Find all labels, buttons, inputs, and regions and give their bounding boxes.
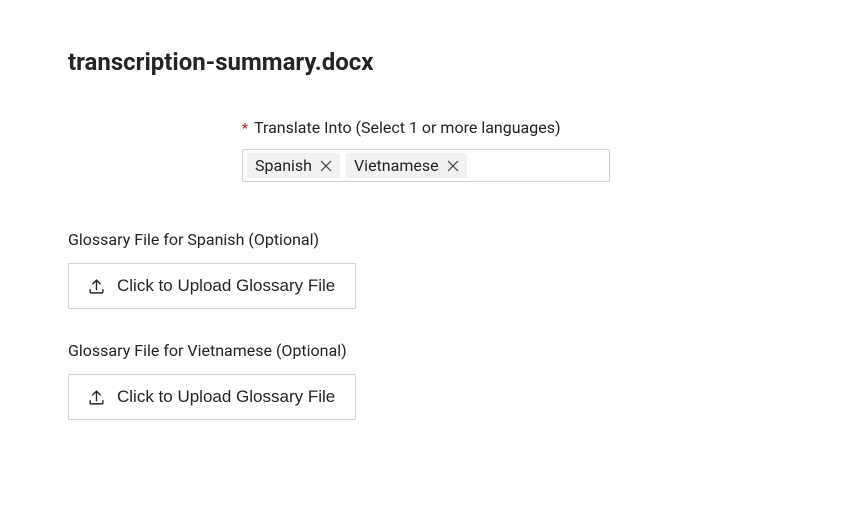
glossary-section-vietnamese: Glossary File for Vietnamese (Optional) … (68, 341, 867, 420)
language-tag-spanish: Spanish (247, 153, 340, 178)
glossary-label: Glossary File for Spanish (Optional) (68, 230, 867, 249)
language-tag-vietnamese: Vietnamese (346, 153, 467, 178)
upload-icon (87, 277, 105, 295)
close-icon[interactable] (318, 158, 334, 174)
upload-glossary-button-vietnamese[interactable]: Click to Upload Glossary File (68, 374, 356, 420)
upload-button-label: Click to Upload Glossary File (117, 276, 335, 296)
translate-into-label-row: * Translate Into (Select 1 or more langu… (242, 118, 561, 137)
language-multiselect[interactable]: Spanish Vietnamese (242, 149, 610, 182)
upload-icon (87, 388, 105, 406)
glossary-section-spanish: Glossary File for Spanish (Optional) Cli… (68, 230, 867, 309)
page-title: transcription-summary.docx (68, 48, 867, 76)
glossary-label: Glossary File for Vietnamese (Optional) (68, 341, 867, 360)
translate-into-label: Translate Into (Select 1 or more languag… (254, 118, 561, 137)
translate-into-field: * Translate Into (Select 1 or more langu… (242, 118, 867, 182)
language-tag-label: Vietnamese (354, 156, 439, 175)
language-tag-label: Spanish (255, 156, 312, 175)
upload-button-label: Click to Upload Glossary File (117, 387, 335, 407)
close-icon[interactable] (445, 158, 461, 174)
upload-glossary-button-spanish[interactable]: Click to Upload Glossary File (68, 263, 356, 309)
required-asterisk: * (242, 121, 248, 137)
